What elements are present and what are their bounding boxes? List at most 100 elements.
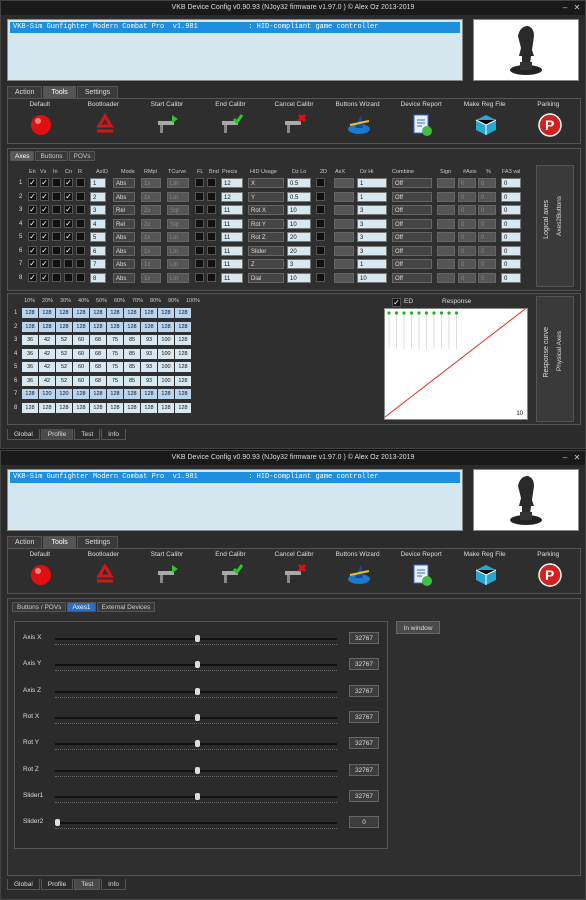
precision-spinner[interactable]: 11: [221, 218, 243, 229]
rmpl-select[interactable]: 1x: [141, 191, 161, 202]
axis-checkbox[interactable]: [76, 178, 85, 187]
axis-checkbox[interactable]: [52, 272, 61, 282]
axis-id-spinner[interactable]: 8: [90, 272, 106, 283]
tab-tools[interactable]: Tools: [43, 86, 76, 98]
subtab-external-devices[interactable]: External Devices: [96, 602, 156, 612]
ed-checkbox[interactable]: ✓: [392, 298, 401, 307]
fl-bnd-box[interactable]: [207, 178, 216, 187]
tab-settings[interactable]: Settings: [76, 86, 119, 98]
dz-hi-spinner[interactable]: 3: [357, 205, 387, 215]
precision-spinner[interactable]: 11: [221, 272, 243, 283]
rmpl-select[interactable]: 1x: [141, 178, 161, 188]
axis-checkbox[interactable]: [52, 218, 61, 228]
device-row[interactable]: VKB-Sim Gunfighter Modern Combat Pro v1.…: [10, 472, 460, 483]
axis-spinner[interactable]: 0: [458, 218, 476, 229]
fl-bnd-box[interactable]: [195, 191, 204, 201]
axis-spinner[interactable]: 0: [458, 178, 476, 188]
curve-cell[interactable]: 93: [141, 348, 157, 359]
curve-cell[interactable]: 68: [90, 362, 106, 372]
precision-spinner[interactable]: 12: [221, 178, 243, 188]
dz-hi-spinner[interactable]: 3: [357, 245, 387, 256]
dz-hi-spinner[interactable]: 1: [357, 259, 387, 269]
device-report-button[interactable]: Device Report: [389, 99, 453, 143]
close-icon[interactable]: ✕: [571, 2, 583, 13]
axis-id-spinner[interactable]: 3: [90, 205, 106, 215]
axis-checkbox[interactable]: [64, 259, 73, 268]
axis-checkbox[interactable]: ✓: [28, 232, 37, 241]
axis-checkbox[interactable]: [52, 232, 61, 241]
curve-cell[interactable]: 93: [141, 362, 157, 372]
curve-cell[interactable]: 128: [22, 321, 38, 332]
curve-cell[interactable]: 42: [39, 335, 55, 345]
curve-cell[interactable]: 128: [107, 308, 123, 318]
curve-cell[interactable]: 128: [73, 308, 89, 318]
combine-select[interactable]: Off: [392, 191, 432, 202]
axis-checkbox[interactable]: [76, 245, 85, 255]
percent-field[interactable]: 0: [478, 178, 496, 188]
buttons-wizard-button[interactable]: Buttons Wizard: [326, 549, 390, 593]
rmpl-select[interactable]: 2x: [141, 218, 161, 229]
tcurve-select[interactable]: Lin: [167, 259, 189, 269]
axis-checkbox[interactable]: ✓: [28, 259, 37, 268]
dz-lo-spinner[interactable]: 10: [287, 272, 311, 283]
hid-usage-select[interactable]: Rot Y: [248, 218, 284, 229]
mode-select[interactable]: Abs: [113, 272, 135, 283]
bottom-tab-global[interactable]: Global: [7, 429, 40, 440]
hid-usage-select[interactable]: Rot X: [248, 205, 284, 215]
fl-bnd-box[interactable]: [316, 232, 325, 241]
bottom-tab-info[interactable]: Info: [101, 879, 126, 890]
curve-cell[interactable]: 128: [141, 402, 157, 413]
axx-select[interactable]: [334, 178, 354, 188]
rmpl-select[interactable]: 1x: [141, 232, 161, 242]
minimize-icon[interactable]: –: [559, 2, 571, 13]
rmpl-select[interactable]: 2x: [141, 205, 161, 215]
fl-bnd-box[interactable]: [195, 218, 204, 228]
axis-spinner[interactable]: 0: [458, 205, 476, 215]
curve-cell[interactable]: 42: [39, 375, 55, 386]
slider-knob[interactable]: [194, 766, 200, 774]
fl-bnd-box[interactable]: [207, 272, 216, 282]
axis-checkbox[interactable]: ✓: [64, 245, 73, 255]
slider-knob[interactable]: [194, 713, 200, 721]
dz-hi-spinner[interactable]: 10: [357, 272, 387, 283]
curve-cell[interactable]: 85: [124, 375, 140, 386]
axis-checkbox[interactable]: [52, 205, 61, 214]
axis-checkbox[interactable]: ✓: [40, 218, 49, 228]
axx-select[interactable]: [334, 259, 354, 269]
axis-id-spinner[interactable]: 1: [90, 178, 106, 188]
start-calibr-button[interactable]: Start Calibr: [135, 549, 199, 593]
fl-bnd-box[interactable]: [316, 205, 325, 214]
device-list[interactable]: VKB-Sim Gunfighter Modern Combat Pro v1.…: [7, 469, 463, 531]
hid-usage-select[interactable]: Y: [248, 191, 284, 202]
device-row[interactable]: VKB-Sim Gunfighter Modern Combat Pro v1.…: [10, 22, 460, 33]
curve-cell[interactable]: 128: [56, 308, 72, 318]
default-button[interactable]: Default: [8, 549, 72, 593]
fl-bnd-box[interactable]: [195, 245, 204, 255]
axis-checkbox[interactable]: ✓: [40, 191, 49, 201]
mode-select[interactable]: Rel: [113, 205, 135, 215]
combine-select[interactable]: Off: [392, 178, 432, 188]
fl-bnd-box[interactable]: [195, 259, 204, 268]
bootloader-button[interactable]: Bootloader: [72, 549, 136, 593]
fl-bnd-box[interactable]: [316, 218, 325, 228]
fl-bnd-box[interactable]: [316, 178, 325, 187]
sign-select[interactable]: [437, 272, 455, 283]
slider-knob[interactable]: [194, 661, 200, 669]
sign-select[interactable]: [437, 178, 455, 188]
curve-cell[interactable]: 85: [124, 348, 140, 359]
curve-cell[interactable]: 75: [107, 362, 123, 372]
curve-cell[interactable]: 128: [124, 389, 140, 399]
precision-spinner[interactable]: 12: [221, 191, 243, 202]
curve-cell[interactable]: 36: [22, 375, 38, 386]
tcurve-select[interactable]: Lin: [167, 178, 189, 188]
axis-checkbox[interactable]: ✓: [40, 178, 49, 187]
curve-cell[interactable]: 52: [56, 375, 72, 386]
sign-select[interactable]: [437, 245, 455, 256]
curve-cell[interactable]: 128: [175, 362, 191, 372]
percent-field[interactable]: 0: [478, 245, 496, 256]
tab-action[interactable]: Action: [7, 86, 43, 98]
curve-cell[interactable]: 128: [22, 308, 38, 318]
tcurve-select[interactable]: Lin: [167, 245, 189, 256]
mode-select[interactable]: Abs: [113, 178, 135, 188]
curve-cell[interactable]: 128: [22, 402, 38, 413]
